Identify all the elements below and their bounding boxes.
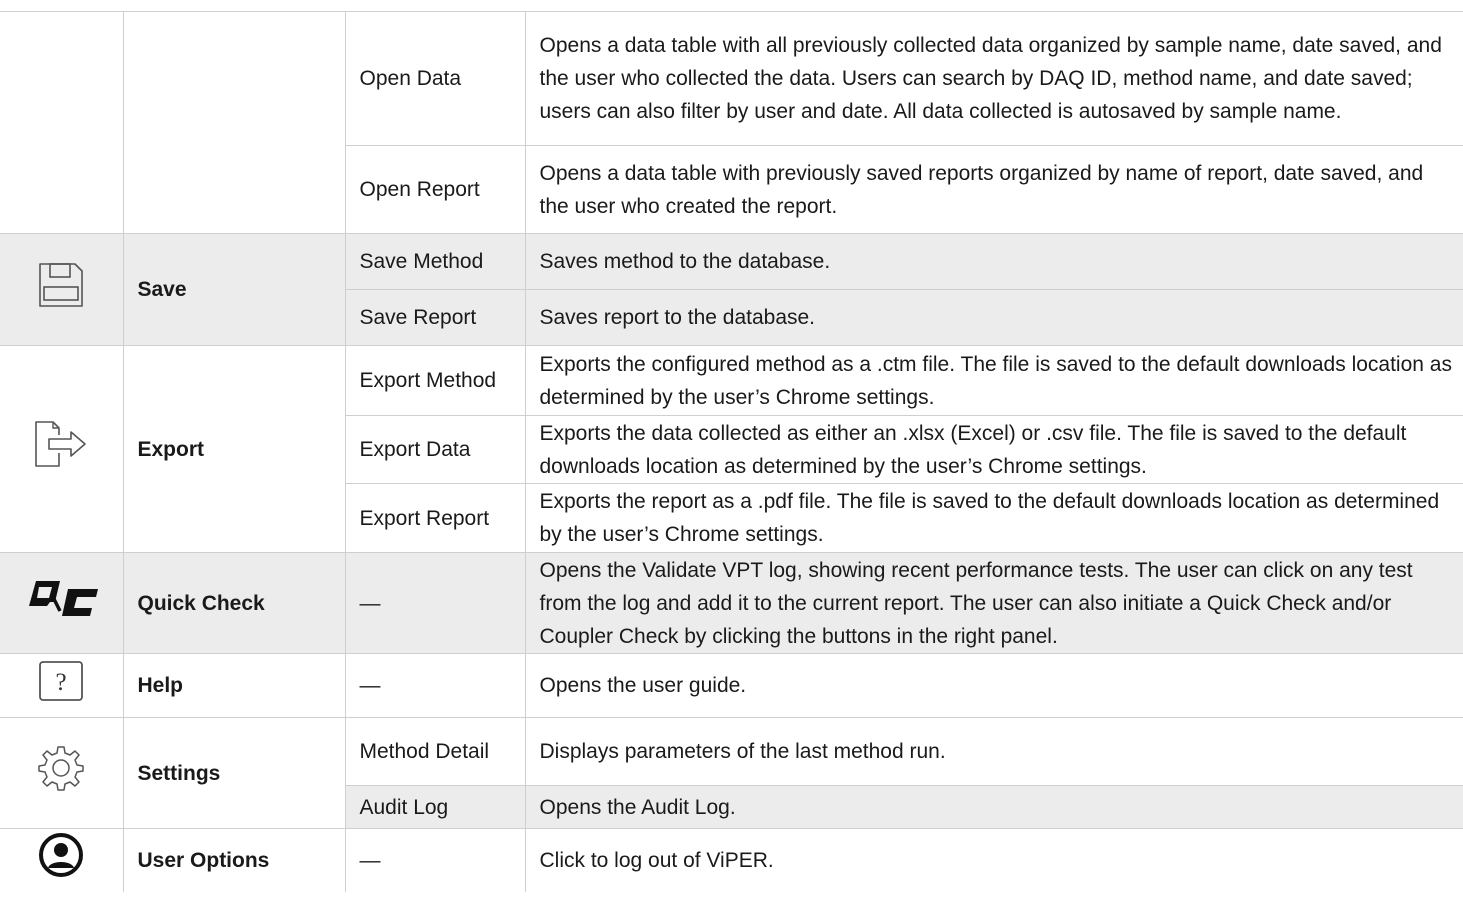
help-title: Help <box>122 653 346 718</box>
action-user-options: — <box>344 828 526 892</box>
description-help: Opens the user guide. <box>524 653 1463 718</box>
description-export-data: Exports the data collected as either an … <box>524 415 1463 484</box>
user-profile-icon <box>37 831 85 889</box>
action-export-method: Export Method <box>344 345 526 416</box>
table-row: ? Help — Opens the user guide. <box>0 653 1463 718</box>
description-export-report: Exports the report as a .pdf file. The f… <box>524 483 1463 553</box>
action-help: — <box>344 653 526 718</box>
action-export-data: Export Data <box>344 415 526 484</box>
save-icon-cell <box>0 233 124 346</box>
description-save-method: Saves method to the database. <box>524 233 1463 290</box>
table-row: Export Export Method Exports the configu… <box>0 345 1463 553</box>
quick-check-logo-icon <box>22 578 100 628</box>
quick-check-title: Quick Check <box>122 552 346 654</box>
action-save-method: Save Method <box>344 233 526 290</box>
action-open-data: Open Data <box>344 11 526 146</box>
table-row: User Options — Click to log out of ViPER… <box>0 828 1463 892</box>
user-options-icon-cell <box>0 828 124 892</box>
save-title: Save <box>122 233 346 346</box>
description-open-report: Opens a data table with previously saved… <box>524 145 1463 234</box>
table-row: Quick Check — Opens the Validate VPT log… <box>0 552 1463 654</box>
action-open-report: Open Report <box>344 145 526 234</box>
settings-title: Settings <box>122 717 346 829</box>
settings-icon-cell <box>0 717 124 829</box>
description-export-method: Exports the configured method as a .ctm … <box>524 345 1463 416</box>
open-icon-cell <box>0 11 124 234</box>
description-audit-log: Opens the Audit Log. <box>524 785 1463 829</box>
export-title: Export <box>122 345 346 553</box>
quick-check-icon-cell <box>0 552 124 654</box>
table-row: Open Data Opens a data table with all pr… <box>0 11 1463 234</box>
action-audit-log: Audit Log <box>344 785 526 829</box>
description-open-data: Opens a data table with all previously c… <box>524 11 1463 146</box>
help-icon-cell: ? <box>0 653 124 718</box>
description-user-options: Click to log out of ViPER. <box>524 828 1463 892</box>
open-title-cell <box>122 11 346 234</box>
svg-text:?: ? <box>56 669 67 696</box>
table-row: Settings Method Detail Displays paramete… <box>0 717 1463 829</box>
description-save-report: Saves report to the database. <box>524 289 1463 346</box>
action-method-detail: Method Detail <box>344 717 526 786</box>
gear-icon <box>36 743 86 803</box>
floppy-disk-icon <box>37 261 85 319</box>
toolbar-reference-table: Open Data Opens a data table with all pr… <box>0 11 1463 892</box>
table-row: Save Save Method Saves method to the dat… <box>0 233 1463 346</box>
action-save-report: Save Report <box>344 289 526 346</box>
help-icon: ? <box>37 659 85 713</box>
export-icon-cell <box>0 345 124 553</box>
action-export-report: Export Report <box>344 483 526 553</box>
export-file-icon <box>33 419 89 479</box>
description-method-detail: Displays parameters of the last method r… <box>524 717 1463 786</box>
user-options-title: User Options <box>122 828 346 892</box>
description-quick-check: Opens the Validate VPT log, showing rece… <box>524 552 1463 654</box>
action-quick-check: — <box>344 552 526 654</box>
